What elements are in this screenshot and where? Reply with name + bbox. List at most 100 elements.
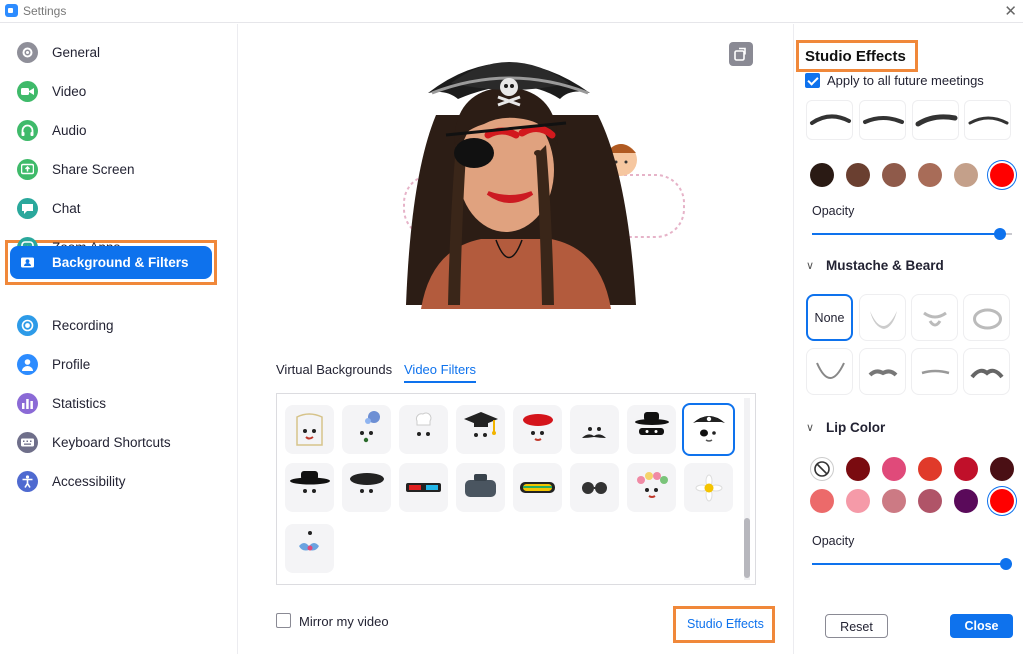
- lip-color-6[interactable]: [990, 457, 1014, 481]
- lip-color-10[interactable]: [918, 489, 942, 513]
- round-sunglasses-filter-icon[interactable]: [570, 463, 619, 512]
- sidebar-item-label: Accessibility: [52, 474, 126, 489]
- beret-red-filter-icon[interactable]: [513, 405, 562, 454]
- eyebrow-style-2[interactable]: [859, 100, 906, 140]
- eyebrow-style-3[interactable]: [912, 100, 959, 140]
- lip-color-section-toggle[interactable]: ∨ Lip Color: [806, 420, 926, 438]
- reset-button-label: Reset: [840, 620, 873, 634]
- mirror-video-checkbox[interactable]: [276, 613, 291, 628]
- lip-color-11[interactable]: [954, 489, 978, 513]
- chevron-down-icon: ∨: [806, 422, 815, 434]
- sidebar-item-statistics[interactable]: Statistics: [10, 387, 212, 420]
- eyebrow-color-6[interactable]: [990, 163, 1014, 187]
- beard-style-3[interactable]: [963, 294, 1010, 341]
- close-button[interactable]: Close: [950, 614, 1013, 638]
- lip-color-none[interactable]: [810, 457, 834, 481]
- beard-style-2[interactable]: [911, 294, 958, 341]
- filter-scrollbar-thumb[interactable]: [744, 518, 750, 578]
- sidebar-item-label: Share Screen: [52, 162, 135, 177]
- sidebar-item-label: Statistics: [52, 396, 107, 411]
- mustache-filter-icon[interactable]: [570, 405, 619, 454]
- beard-none-option[interactable]: None: [806, 294, 853, 341]
- sidebar-item-general[interactable]: General: [10, 36, 212, 69]
- lip-color-7[interactable]: [810, 489, 834, 513]
- flower-wreath-filter-icon[interactable]: [627, 463, 676, 512]
- sidebar-item-label: General: [52, 45, 101, 60]
- person-card-icon: [17, 252, 38, 273]
- chef-hat-filter-icon[interactable]: [399, 405, 448, 454]
- butterfly-lips-filter-icon[interactable]: [285, 524, 334, 573]
- sidebar-item-background-filters[interactable]: Background & Filters: [10, 246, 212, 279]
- sidebar-item-keyboard-shortcuts[interactable]: Keyboard Shortcuts: [10, 426, 212, 459]
- profile-icon: [17, 354, 38, 375]
- studio-effects-title-box: Studio Effects: [796, 40, 918, 72]
- 3d-glasses-filter-icon[interactable]: [399, 463, 448, 512]
- no-color-icon: [814, 461, 830, 477]
- sidebar-item-chat[interactable]: Chat: [10, 192, 212, 225]
- beret-black-filter-icon[interactable]: [342, 463, 391, 512]
- vr-headset-filter-icon[interactable]: [456, 463, 505, 512]
- graduation-cap-filter-icon[interactable]: [456, 405, 505, 454]
- sidebar-item-label: Video: [52, 84, 87, 99]
- lip-color-12[interactable]: [990, 489, 1014, 513]
- bandit-hat-filter-icon[interactable]: [627, 405, 676, 454]
- mustache-beard-section-toggle[interactable]: ∨ Mustache & Beard: [806, 258, 966, 276]
- eyebrow-color-4[interactable]: [918, 163, 942, 187]
- sidebar-item-label: Background & Filters: [52, 255, 189, 270]
- sidebar-item-label: Chat: [52, 201, 81, 216]
- daisy-filter-icon[interactable]: [684, 463, 733, 512]
- sidebar-item-profile[interactable]: Profile: [10, 348, 212, 381]
- eyebrow-color-1[interactable]: [810, 163, 834, 187]
- rotate-camera-button[interactable]: [729, 42, 753, 66]
- studio-effects-link[interactable]: Studio Effects: [673, 606, 775, 643]
- lip-color-2[interactable]: [846, 457, 870, 481]
- sidebar-item-video[interactable]: Video: [10, 75, 212, 108]
- share-screen-icon: [17, 159, 38, 180]
- ski-goggles-filter-icon[interactable]: [513, 463, 562, 512]
- eyebrow-color-5[interactable]: [954, 163, 978, 187]
- sidebar-item-share-screen[interactable]: Share Screen: [10, 153, 212, 186]
- sidebar-item-label: Audio: [52, 123, 87, 138]
- close-window-icon[interactable]: ✕: [1004, 2, 1017, 20]
- sidebar-item-audio[interactable]: Audio: [10, 114, 212, 147]
- gear-icon: [17, 42, 38, 63]
- lip-color-4[interactable]: [918, 457, 942, 481]
- sidebar-item-accessibility[interactable]: Accessibility: [10, 465, 212, 498]
- window-title: Settings: [23, 4, 67, 18]
- lip-color-9[interactable]: [882, 489, 906, 513]
- tab-virtual-backgrounds[interactable]: Virtual Backgrounds: [276, 362, 392, 377]
- close-button-label: Close: [964, 619, 999, 633]
- apply-future-meetings-option[interactable]: Apply to all future meetings: [805, 73, 995, 89]
- mirror-video-option[interactable]: Mirror my video: [276, 613, 416, 631]
- apply-future-meetings-checkbox[interactable]: [805, 73, 820, 88]
- flower-crown-filter-icon[interactable]: [342, 405, 391, 454]
- eyebrow-color-3[interactable]: [882, 163, 906, 187]
- lip-opacity-slider-knob[interactable]: [1000, 558, 1012, 570]
- accessibility-icon: [17, 471, 38, 492]
- fedora-filter-icon[interactable]: [285, 463, 334, 512]
- reset-button[interactable]: Reset: [825, 614, 888, 638]
- beard-style-4[interactable]: [806, 348, 853, 395]
- beard-style-6[interactable]: [911, 348, 958, 395]
- sidebar-item-label: Profile: [52, 357, 91, 372]
- eyebrow-style-1[interactable]: [806, 100, 853, 140]
- sidebar-item-recording[interactable]: Recording: [10, 309, 212, 342]
- lip-color-3[interactable]: [882, 457, 906, 481]
- sidebar-item-label: Recording: [52, 318, 114, 333]
- video-preview: english: [276, 35, 756, 309]
- veil-filter-icon[interactable]: [285, 405, 334, 454]
- lip-color-8[interactable]: [846, 489, 870, 513]
- tab-video-filters[interactable]: Video Filters: [404, 362, 476, 377]
- eyebrow-style-4[interactable]: [964, 100, 1011, 140]
- keyboard-icon: [17, 432, 38, 453]
- lip-color-5[interactable]: [954, 457, 978, 481]
- pirate-hat-filter-icon[interactable]: [682, 403, 735, 456]
- beard-style-7[interactable]: [963, 348, 1010, 395]
- beard-style-5[interactable]: [859, 348, 906, 395]
- beard-style-1[interactable]: [859, 294, 906, 341]
- eyebrow-opacity-slider-knob[interactable]: [994, 228, 1006, 240]
- eyebrow-opacity-slider-fill: [812, 233, 1000, 235]
- title-bar: Settings ✕: [0, 0, 1023, 23]
- studio-effects-link-label: Studio Effects: [687, 617, 764, 631]
- eyebrow-color-2[interactable]: [846, 163, 870, 187]
